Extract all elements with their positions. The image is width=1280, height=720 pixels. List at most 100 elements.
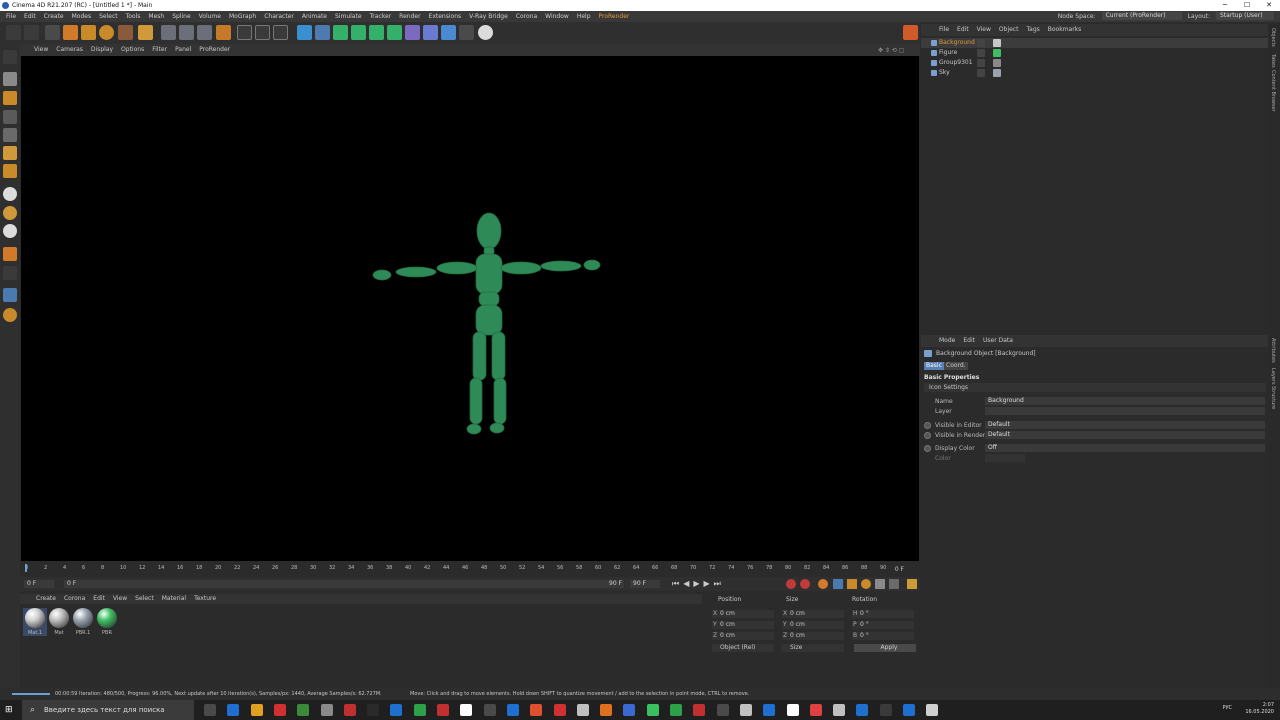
material-menu-item[interactable]: Corona: [60, 594, 89, 604]
menu-item[interactable]: Edit: [20, 11, 40, 22]
menu-item-prorender[interactable]: ProRender: [595, 11, 634, 22]
material-thumbnail[interactable]: PBR: [95, 608, 119, 636]
render-view-icon[interactable]: [237, 25, 252, 40]
menu-item[interactable]: Select: [95, 11, 122, 22]
y-axis-lock-icon[interactable]: [179, 25, 194, 40]
material-menu-item[interactable]: Select: [131, 594, 158, 604]
object-menu-item[interactable]: Tags: [1022, 24, 1043, 36]
material-thumbnail[interactable]: Mat.1: [23, 608, 47, 636]
viewport-menu-item[interactable]: Panel: [171, 44, 195, 56]
taskbar-app-icon[interactable]: [646, 704, 659, 716]
taskbar-app-icon[interactable]: [297, 704, 310, 716]
coord-rot-field[interactable]: B0 °: [852, 632, 914, 640]
size-mode-dropdown[interactable]: Size: [782, 644, 844, 652]
viewport-menu-item[interactable]: Filter: [148, 44, 171, 56]
visibility-dots[interactable]: [977, 69, 985, 77]
taskbar-app-icon[interactable]: [413, 704, 426, 716]
object-menu-item[interactable]: Edit: [953, 24, 973, 36]
keyframe-selection-icon[interactable]: [818, 579, 828, 589]
vtab-attributes[interactable]: Attributes: [1270, 338, 1276, 363]
taskbar-app-icon[interactable]: [553, 704, 566, 716]
timeline-ruler[interactable]: 0246810121416182022242628303234363840424…: [20, 561, 920, 575]
visibility-dots[interactable]: [977, 49, 985, 57]
taskbar-app-icon[interactable]: [343, 704, 356, 716]
object-menu-item[interactable]: View: [973, 24, 995, 36]
menu-item[interactable]: File: [2, 11, 20, 22]
menu-item[interactable]: Window: [541, 11, 573, 22]
menu-item[interactable]: Extensions: [425, 11, 466, 22]
pen-spline-icon[interactable]: [315, 25, 330, 40]
menu-item[interactable]: Tools: [122, 11, 145, 22]
minimize-button[interactable]: ─: [1214, 0, 1236, 11]
attribute-menu-item[interactable]: Edit: [959, 335, 979, 347]
object-row[interactable]: Background: [921, 38, 1268, 48]
playhead[interactable]: [25, 564, 27, 572]
workplane-icon[interactable]: [3, 288, 17, 302]
animate-dot-icon[interactable]: [924, 445, 931, 452]
cloner-icon[interactable]: [351, 25, 366, 40]
3d-viewport[interactable]: [21, 56, 919, 561]
model-mode-icon[interactable]: [3, 72, 17, 86]
vtab-objects[interactable]: Objects: [1270, 28, 1276, 47]
vtab-takes[interactable]: Takes: [1270, 54, 1276, 68]
light-icon[interactable]: [478, 25, 493, 40]
maximize-button[interactable]: ☐: [1236, 0, 1258, 11]
texture-mode-icon[interactable]: [3, 91, 17, 105]
taskbar-app-icon[interactable]: [926, 704, 939, 716]
floor-icon[interactable]: [441, 25, 456, 40]
taskbar-app-icon[interactable]: [600, 704, 613, 716]
environment-icon[interactable]: [423, 25, 438, 40]
tab-basic[interactable]: Basic: [924, 362, 944, 370]
menu-item[interactable]: Create: [40, 11, 68, 22]
taskbar-app-icon[interactable]: [320, 704, 333, 716]
taskbar-app-icon[interactable]: [693, 704, 706, 716]
redo-icon[interactable]: [24, 25, 39, 40]
property-value[interactable]: Default: [985, 431, 1265, 439]
object-menu-item[interactable]: Object: [995, 24, 1023, 36]
material-thumbnail[interactable]: Mat: [47, 608, 71, 636]
param-key-icon[interactable]: [875, 579, 885, 589]
visibility-dots[interactable]: [977, 59, 985, 67]
visibility-dots[interactable]: [977, 39, 985, 47]
transport-buttons[interactable]: ⏮◀▶▶⏭: [672, 579, 725, 589]
material-menu-item[interactable]: View: [109, 594, 131, 604]
menu-item[interactable]: Character: [260, 11, 298, 22]
preview-range-slider[interactable]: 0 F: [64, 580, 624, 588]
x-axis-lock-icon[interactable]: [161, 25, 176, 40]
icon-settings-group[interactable]: [924, 383, 1266, 392]
taskbar-app-icon[interactable]: [576, 704, 589, 716]
taskbar-app-icon[interactable]: [716, 704, 729, 716]
polygons-mode-icon[interactable]: [3, 146, 17, 160]
coord-rot-field[interactable]: H0 °: [852, 610, 914, 618]
menu-item[interactable]: Animate: [298, 11, 331, 22]
material-menu-item[interactable]: Edit: [89, 594, 109, 604]
material-tag-icon[interactable]: [993, 69, 1001, 77]
position-key-icon[interactable]: [833, 579, 843, 589]
taskbar-app-icon[interactable]: [250, 704, 263, 716]
taskbar-app-icon[interactable]: [437, 704, 449, 716]
taskbar-app-icon[interactable]: [483, 704, 496, 716]
cube-primitive-icon[interactable]: [297, 25, 312, 40]
vtab-structure[interactable]: Structure: [1270, 386, 1276, 409]
start-frame-field[interactable]: 0 F: [24, 580, 54, 588]
rotation-key-icon[interactable]: [861, 579, 871, 589]
snap-settings-icon[interactable]: [3, 206, 17, 220]
viewport-menu-item[interactable]: Options: [117, 44, 148, 56]
property-value[interactable]: Background: [985, 397, 1265, 405]
clock-time[interactable]: 2:07: [1245, 702, 1274, 709]
autokey-icon[interactable]: [800, 579, 810, 589]
taskbar-app-icon[interactable]: [367, 704, 380, 716]
scale-tool-icon[interactable]: [81, 25, 96, 40]
coord-pos-field[interactable]: Z0 cm: [712, 632, 774, 640]
camera-icon[interactable]: [459, 25, 474, 40]
coord-size-field[interactable]: Y0 cm: [782, 621, 844, 629]
taskbar-app-icon[interactable]: [856, 704, 869, 716]
object-row[interactable]: Sky: [921, 68, 1268, 78]
animate-dot-icon[interactable]: [924, 422, 931, 429]
subdivision-surface-icon[interactable]: [333, 25, 348, 40]
render-to-picture-viewer-icon[interactable]: [255, 25, 270, 40]
property-value[interactable]: [985, 454, 1025, 462]
taskbar-app-icon[interactable]: [879, 704, 892, 716]
snap-icon[interactable]: [3, 187, 17, 201]
layout-switch-icon[interactable]: [903, 25, 918, 40]
